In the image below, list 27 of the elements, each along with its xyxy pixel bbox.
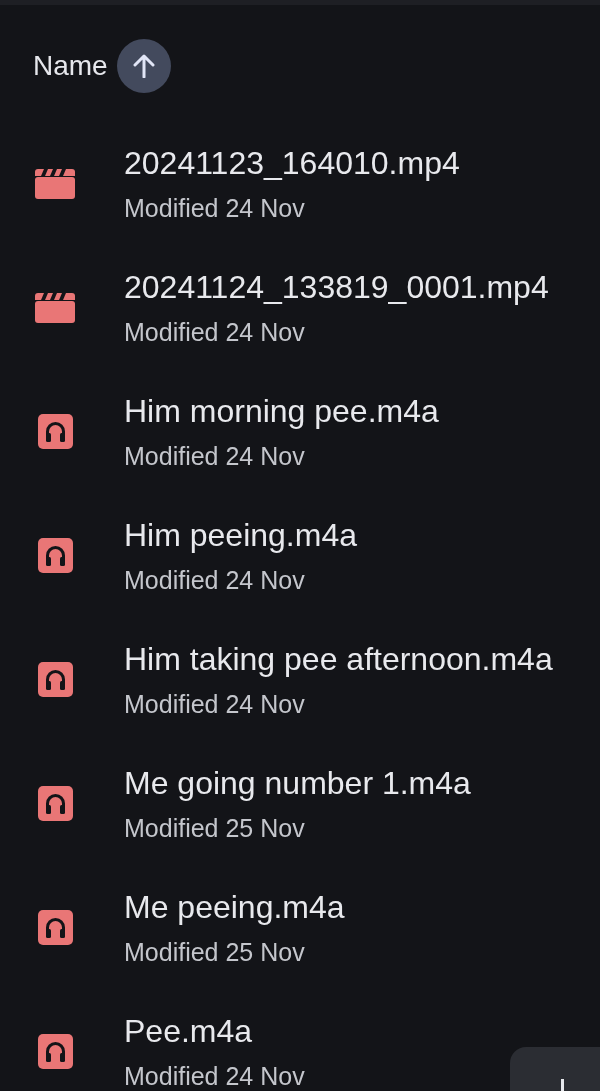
modified-date: Modified 25 Nov	[124, 936, 306, 967]
modified-date: Modified 24 Nov	[124, 192, 306, 223]
modified-date: Modified 24 Nov	[124, 1060, 305, 1091]
sort-direction-button[interactable]	[116, 39, 171, 93]
file-name[interactable]: Pee.m4a	[124, 1011, 305, 1050]
file-name[interactable]: Me peeing.m4a	[124, 887, 345, 926]
modified-date: Modified 24 Nov	[124, 440, 306, 471]
clapperboard-icon	[35, 167, 75, 199]
modified-date: Modified 25 Nov	[124, 812, 306, 843]
file-name[interactable]: Him morning pee.m4a	[124, 391, 439, 430]
sort-label[interactable]: Name	[33, 50, 108, 82]
headphones-icon	[37, 537, 73, 573]
headphones-icon	[37, 661, 73, 697]
headphones-icon	[37, 909, 73, 945]
file-name[interactable]: Me going number 1.m4a	[124, 763, 471, 802]
plus-icon	[561, 1079, 564, 1091]
clapperboard-icon	[35, 291, 75, 323]
modified-date: Modified 24 Nov	[124, 316, 306, 347]
modified-date: Modified 24 Nov	[124, 564, 306, 595]
headphones-icon	[37, 1033, 73, 1069]
headphones-icon	[37, 413, 73, 449]
file-name[interactable]: Him peeing.m4a	[124, 515, 357, 554]
file-name[interactable]: 20241123_164010.mp4	[124, 143, 460, 182]
modified-date: Modified 24 Nov	[124, 688, 306, 719]
file-name[interactable]: Him taking pee afternoon.m4a	[124, 639, 553, 678]
file-name[interactable]: 20241124_133819_0001.mp4	[124, 267, 549, 306]
headphones-icon	[37, 785, 73, 821]
